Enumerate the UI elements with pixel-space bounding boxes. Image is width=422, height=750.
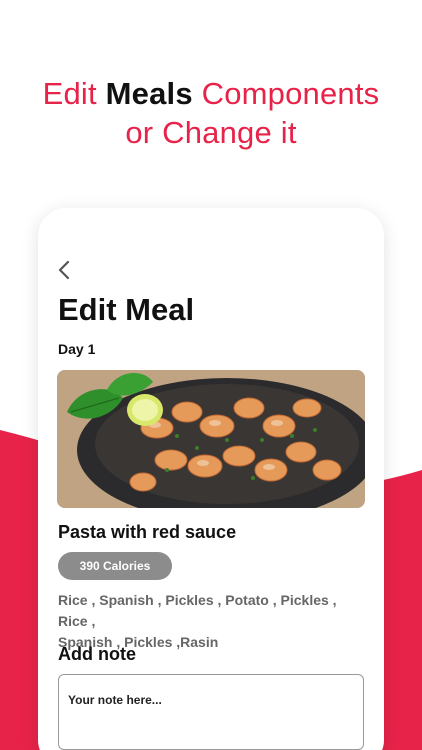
shrimp-dish-illustration [57, 370, 365, 508]
phone-screen: Edit Meal Day 1 Pasta with red sauce 390… [38, 208, 384, 750]
headline-text-components: Components [192, 76, 380, 111]
page-title: Edit Meal [58, 292, 195, 327]
headline-text-meals: Meals [105, 76, 193, 111]
back-button[interactable] [52, 258, 76, 282]
headline-text-edit: Edit [42, 76, 106, 111]
calories-badge: 390 Calories [58, 552, 172, 580]
headline-line-2: or Change it [125, 115, 297, 150]
day-label: Day 1 [58, 341, 96, 357]
note-input[interactable] [58, 674, 364, 750]
chevron-left-icon [58, 260, 70, 280]
add-note-label: Add note [58, 644, 136, 664]
promo-headline: Edit Meals Components or Change it [0, 74, 422, 152]
meal-name: Pasta with red sauce [58, 522, 237, 542]
headline-line-1: Edit Meals Components [0, 74, 422, 113]
meal-photo [57, 370, 365, 508]
components-line-1: Rice , Spanish , Pickles , Potato , Pick… [58, 592, 337, 629]
